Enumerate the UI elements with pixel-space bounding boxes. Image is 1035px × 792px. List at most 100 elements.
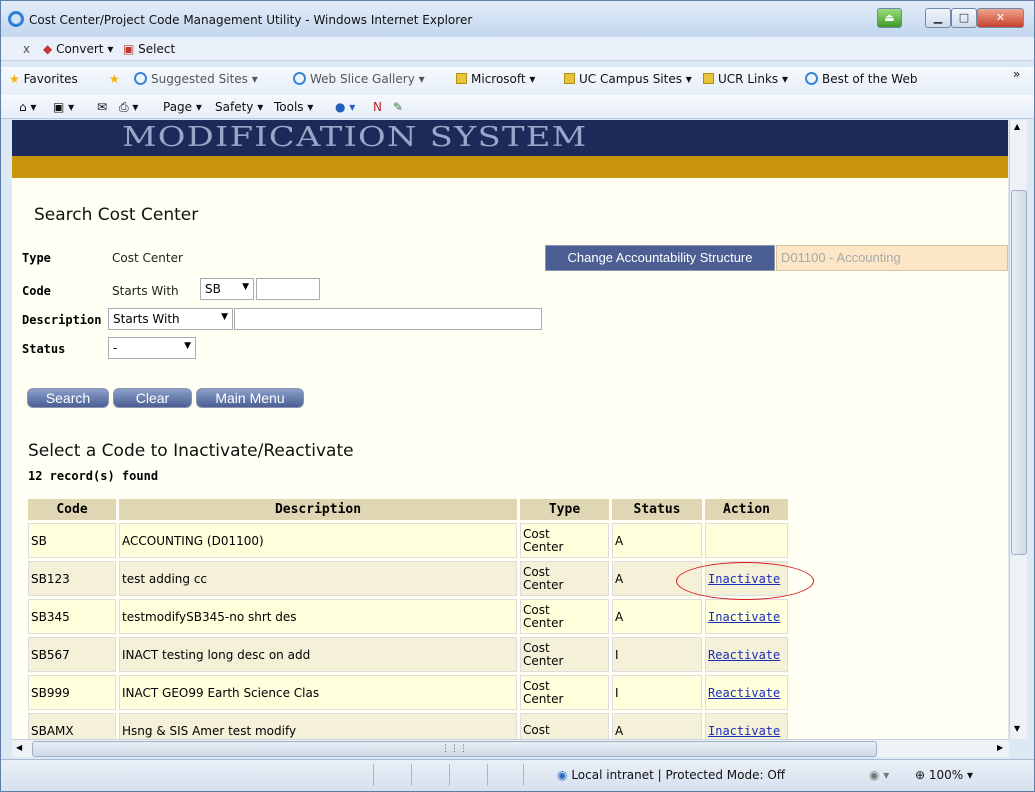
cell-description: INACT GEO99 Earth Science Clas <box>119 675 517 710</box>
status-select[interactable]: - ▼ <box>108 337 196 359</box>
cell-action: Reactivate <box>705 637 788 672</box>
select-icon: ▣ <box>123 42 135 56</box>
safety-menu[interactable]: Safety ▾ <box>215 100 263 114</box>
chevron-down-icon: ▼ <box>242 282 249 292</box>
select-button[interactable]: ▣ Select <box>123 42 175 56</box>
zoom-text: 100% <box>928 768 964 782</box>
change-accountability-button[interactable]: Change Accountability Structure <box>545 245 775 271</box>
scroll-up-icon[interactable]: ▲ <box>1014 122 1020 131</box>
cell-type: Cost Center <box>520 523 609 558</box>
fav-suggested-sites[interactable]: Suggested Sites ▾ <box>134 72 258 86</box>
home-icon[interactable]: ⌂ ▾ <box>19 100 36 114</box>
inactivate-link[interactable]: Inactivate <box>708 724 780 738</box>
convert-button[interactable]: ◆ Convert ▾ <box>43 42 113 56</box>
status-separator <box>449 764 450 786</box>
reactivate-link[interactable]: Reactivate <box>708 686 780 700</box>
cell-type: Cost Center <box>520 599 609 634</box>
zoom-control[interactable]: ⊕ 100% ▾ <box>915 768 973 782</box>
fav-label: UCR Links ▾ <box>718 72 788 86</box>
fav-best-of-the-web[interactable]: Best of the Web <box>805 72 917 86</box>
inactivate-link[interactable]: Inactivate <box>708 610 780 624</box>
scroll-right-icon[interactable]: ▶ <box>997 743 1003 752</box>
help-icon[interactable]: ● ▾ <box>335 100 355 114</box>
table-row: SBAMX Hsng & SIS Amer test modify Cost A Ina… <box>28 713 788 739</box>
cell-status: I <box>612 637 702 672</box>
cell-type: Cost <box>520 713 609 739</box>
green-tray-icon[interactable]: ⏏ <box>877 8 902 28</box>
status-separator <box>523 764 524 786</box>
code-input[interactable] <box>256 278 320 300</box>
main-menu-button[interactable]: Main Menu <box>196 388 304 408</box>
print-icon[interactable]: ⎙ ▾ <box>119 100 138 115</box>
highlight-ellipse <box>676 562 814 600</box>
cell-code: SB345 <box>28 599 116 634</box>
tools-menu[interactable]: Tools ▾ <box>274 100 313 114</box>
status-bar: ◉ Local intranet | Protected Mode: Off ◉… <box>1 759 1034 791</box>
vertical-scrollbar[interactable]: ▲ ▼ <box>1009 120 1027 739</box>
description-input[interactable] <box>234 308 542 330</box>
favorites-overflow[interactable]: » <box>1013 67 1020 81</box>
scroll-left-icon[interactable]: ◀ <box>16 743 22 752</box>
chevron-down-icon: ▼ <box>221 312 228 322</box>
vertical-scroll-thumb[interactable] <box>1011 190 1027 555</box>
code-select[interactable]: SB ▼ <box>200 278 254 300</box>
research-icon[interactable]: ✎ <box>393 100 403 114</box>
maximize-button[interactable]: □ <box>951 8 977 28</box>
search-heading: Search Cost Center <box>34 205 199 225</box>
banner-stripe <box>12 156 1008 178</box>
reactivate-link[interactable]: Reactivate <box>708 648 780 662</box>
cell-code: SB567 <box>28 637 116 672</box>
favorites-button[interactable]: ★ Favorites <box>9 72 78 86</box>
cell-code: SB <box>28 523 116 558</box>
cell-description: ACCOUNTING (D01100) <box>119 523 517 558</box>
fav-uc-campus-sites[interactable]: UC Campus Sites ▾ <box>564 72 692 86</box>
table-row: SB ACCOUNTING (D01100) Cost Center A <box>28 523 788 558</box>
fav-label: Suggested Sites ▾ <box>151 72 258 86</box>
cell-description: test adding cc <box>119 561 517 596</box>
accountability-field: D01100 - Accounting <box>776 245 1008 271</box>
zone-text: Local intranet | Protected Mode: Off <box>571 768 786 782</box>
page-menu[interactable]: Page ▾ <box>163 100 202 114</box>
type-value: Cost Center <box>112 251 183 265</box>
cell-status: I <box>612 675 702 710</box>
horizontal-scroll-thumb[interactable]: ⋮⋮⋮ <box>32 741 877 757</box>
fav-label: UC Campus Sites ▾ <box>579 72 692 86</box>
zone-indicator[interactable]: ◉ Local intranet | Protected Mode: Off <box>557 768 785 782</box>
results-table: Code Description Type Status Action SB AC… <box>25 496 791 739</box>
status-separator <box>373 764 374 786</box>
cell-action: Inactivate <box>705 713 788 739</box>
column-header: Code <box>28 499 116 520</box>
cell-type: Cost Center <box>520 675 609 710</box>
favorites-star-icon: ★ <box>9 72 20 86</box>
cell-type: Cost Center <box>520 637 609 672</box>
code-label: Code <box>22 284 51 298</box>
table-row: SB123 test adding cc Cost Center A Inactivat… <box>28 561 788 596</box>
cell-action: Inactivate <box>705 599 788 634</box>
close-button[interactable]: ✕ <box>977 8 1024 28</box>
fav-label: Best of the Web <box>822 72 918 86</box>
fav-ucr-links[interactable]: UCR Links ▾ <box>703 72 788 86</box>
minimize-button[interactable]: ▁ <box>925 8 951 28</box>
search-button[interactable]: Search <box>27 388 109 408</box>
fav-web-slice-gallery[interactable]: Web Slice Gallery ▾ <box>293 72 425 86</box>
fav-microsoft[interactable]: Microsoft ▾ <box>456 72 535 86</box>
status-separator <box>411 764 412 786</box>
scroll-down-icon[interactable]: ▼ <box>1014 724 1020 733</box>
site-banner: MODIFICATION SYSTEM <box>12 120 1008 156</box>
description-select-value: Starts With <box>113 312 180 326</box>
feeds-icon[interactable]: ▣ ▾ <box>53 100 74 114</box>
zoom-icon: ⊕ <box>915 768 926 782</box>
window-title: Cost Center/Project Code Management Util… <box>29 13 473 27</box>
protected-mode-icon[interactable]: ◉ ▾ <box>869 768 889 782</box>
cell-status: A <box>612 523 702 558</box>
horizontal-scrollbar[interactable]: ◀ ⋮⋮⋮ ▶ <box>12 739 1009 757</box>
close-toolbar-icon[interactable]: x <box>23 42 30 56</box>
mail-icon[interactable]: ✉ <box>97 100 107 114</box>
status-select-value: - <box>113 341 118 355</box>
results-heading: Select a Code to Inactivate/Reactivate <box>28 441 354 461</box>
add-favorite-icon[interactable]: ★ <box>109 72 120 86</box>
onenote-icon[interactable]: N <box>373 100 382 114</box>
clear-button[interactable]: Clear <box>113 388 192 408</box>
code-select-value: SB <box>205 282 221 296</box>
description-select[interactable]: Starts With ▼ <box>108 308 233 330</box>
